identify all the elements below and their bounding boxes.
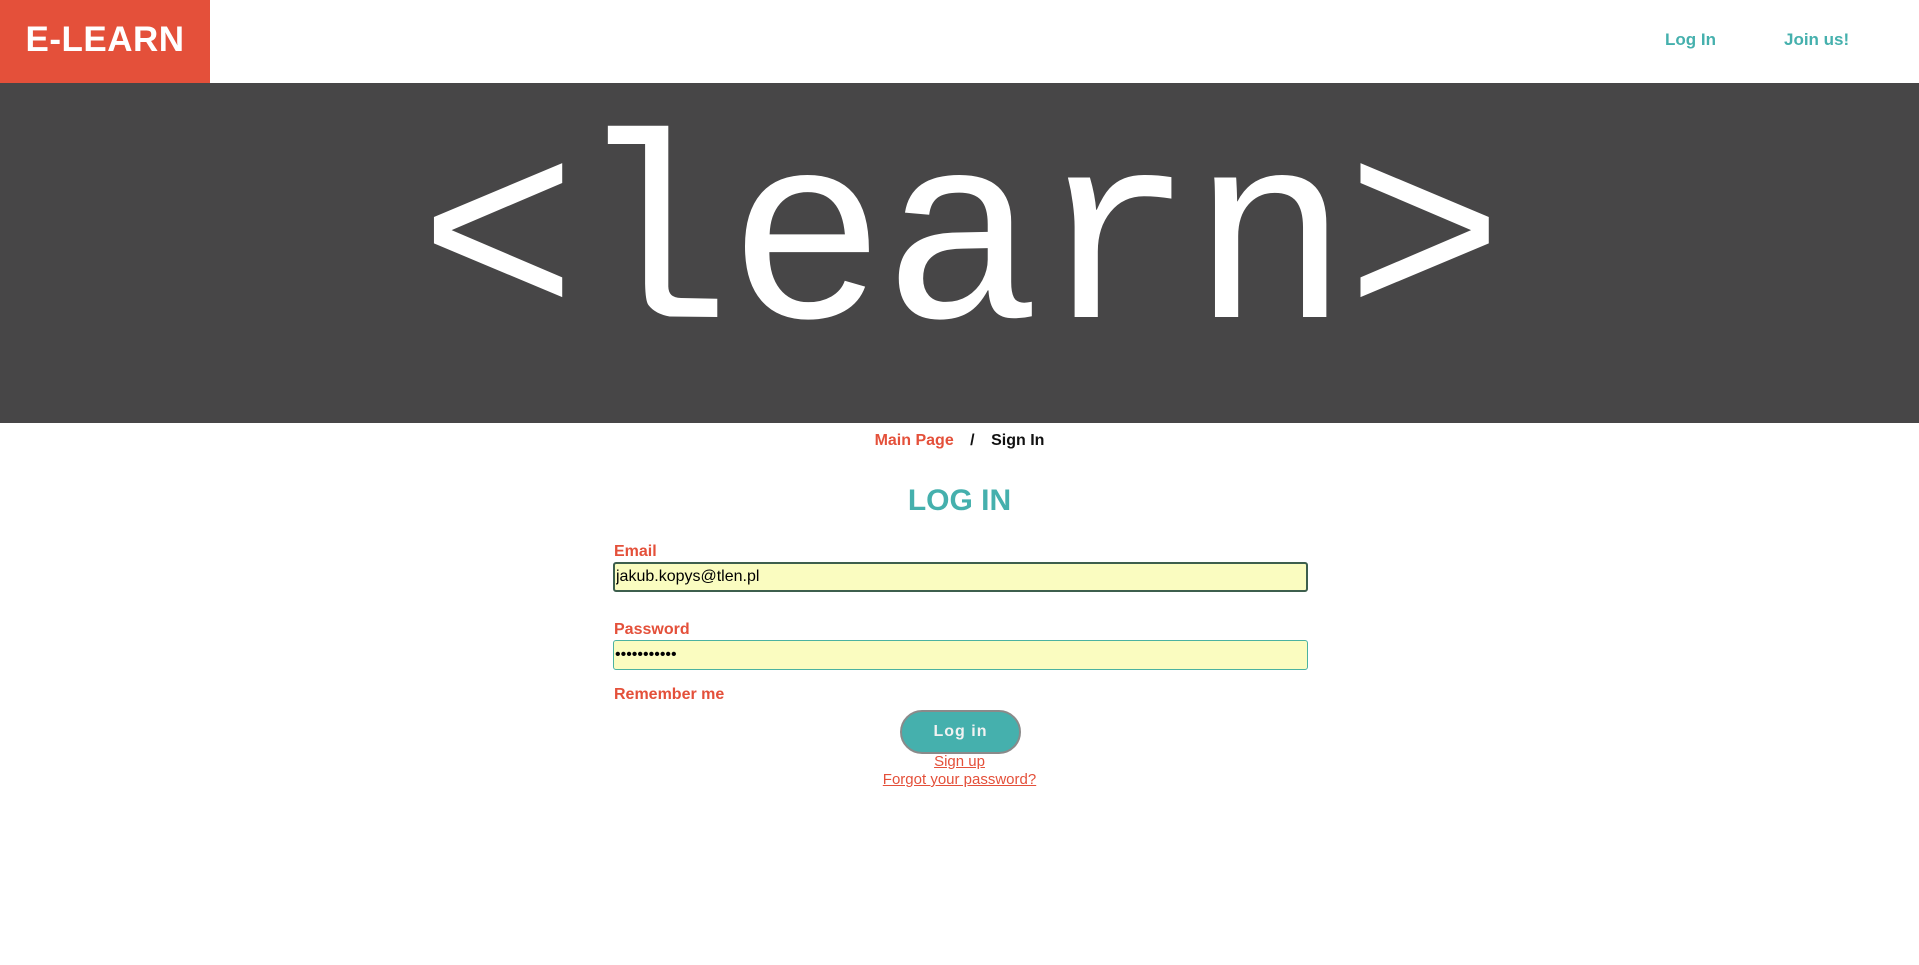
signup-link[interactable]: Sign up <box>934 753 985 770</box>
login-title: LOG IN <box>907 484 1012 517</box>
forgot-password-link[interactable]: Forgot your password? <box>883 771 1036 788</box>
email-field[interactable] <box>613 562 1308 592</box>
breadcrumb-current: Sign In <box>991 432 1045 449</box>
login-button[interactable]: Log in <box>900 710 1021 754</box>
forgot-password-link-row: Forgot your password? <box>0 771 1919 788</box>
nav-join-link[interactable]: Join us! <box>1784 30 1849 50</box>
nav-login-link[interactable]: Log In <box>1665 30 1716 50</box>
signup-link-row: Sign up <box>0 753 1919 770</box>
breadcrumb-main-page[interactable]: Main Page <box>875 432 954 449</box>
remember-me-checkbox[interactable]: Remember me <box>614 686 724 704</box>
password-label: Password <box>614 621 690 638</box>
password-field[interactable] <box>613 640 1308 670</box>
breadcrumb-separator: / <box>970 432 975 449</box>
email-label: Email <box>614 543 657 560</box>
top-navbar: E-LEARN Log In Join us! <box>0 0 1919 83</box>
hero-title: <learn> <box>419 98 1504 397</box>
site-logo[interactable]: E-LEARN <box>0 0 210 83</box>
hero-banner: <learn> <box>0 83 1919 423</box>
breadcrumb: Main Page / Sign In <box>0 432 1919 450</box>
